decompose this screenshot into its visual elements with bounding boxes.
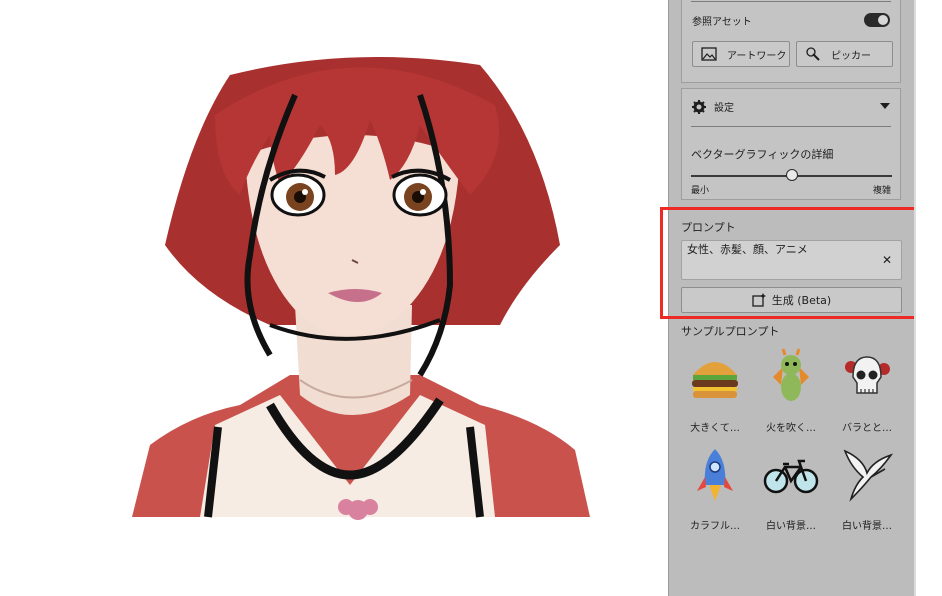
picker-button-label: ピッカー [831,50,871,62]
artwork-button[interactable]: アートワーク [692,41,790,67]
prompt-highlight-box [660,207,920,319]
vector-detail-slider-handle[interactable] [785,169,798,181]
chevron-down-icon[interactable] [880,103,890,109]
slider-min-label: 最小 [691,186,710,196]
gear-icon [692,99,706,114]
sample-prompts-heading: サンプルプロンプト [681,325,780,338]
image-icon [701,47,717,61]
sample-prompt-skull-roses[interactable]: バラとと… [835,347,899,434]
picker-button[interactable]: ピッカー [796,41,893,67]
sample-prompt-rocket[interactable]: カラフル… [683,445,747,532]
sample-caption: カラフル… [690,521,740,532]
sample-prompt-burger[interactable]: 大きくて… [683,347,747,434]
scrollbar[interactable] [914,0,916,596]
sample-prompt-bicycle[interactable]: 白い背景… [759,445,823,532]
sample-prompt-dragon[interactable]: 火を吹く… [759,347,823,434]
sample-caption: 白い背景… [766,521,816,532]
reference-assets-section: 参照アセット アートワーク ピッカー [681,0,901,83]
scrollbar-gutter[interactable] [914,0,942,596]
divider [691,126,891,127]
generate-vector-panel: 参照アセット アートワーク ピッカー 設定 ベクターグラフィックの詳細 最小 複… [660,0,920,596]
sample-caption: 火を吹く… [766,423,816,434]
dragon-icon [773,348,809,401]
rocket-icon [697,449,733,501]
artboard-canvas[interactable] [0,0,668,596]
sample-caption: バラとと… [842,423,892,434]
vector-detail-label: ベクターグラフィックの詳細 [691,148,834,161]
artwork-button-label: アートワーク [727,50,787,62]
crane-bird-icon [843,449,894,502]
eyedropper-icon [806,47,820,61]
sample-caption: 白い背景… [842,521,892,532]
bicycle-icon [763,459,819,494]
burger-icon [692,362,738,398]
reference-assets-label: 参照アセット [692,17,752,28]
slider-max-label: 複雑 [872,186,891,196]
divider [691,1,891,2]
reference-assets-toggle[interactable] [864,13,890,27]
sample-prompt-crane[interactable]: 白い背景… [835,445,899,532]
sample-caption: 大きくて… [690,423,740,434]
toggle-knob [878,15,888,25]
generated-anime-girl-artwork[interactable] [120,55,600,520]
skull-icon [845,356,890,394]
settings-title: 設定 [714,103,734,114]
settings-header[interactable]: 設定 [692,99,734,114]
settings-section: 設定 ベクターグラフィックの詳細 最小 複雑 [681,88,901,200]
